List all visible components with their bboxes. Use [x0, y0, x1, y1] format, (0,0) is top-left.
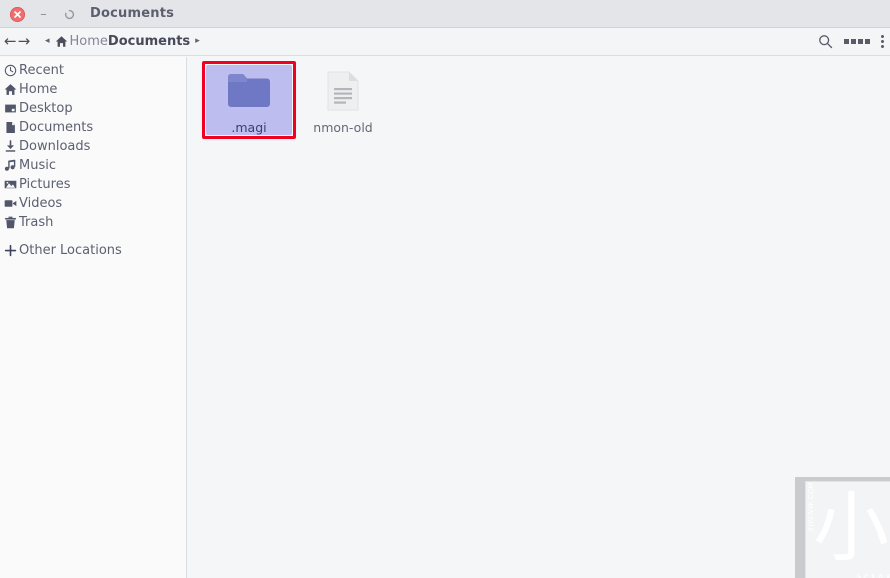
- sidebar-item-home[interactable]: Home: [0, 80, 186, 99]
- desktop-icon: [2, 100, 19, 117]
- breadcrumb-prev-icon[interactable]: ◂: [40, 37, 55, 46]
- file-item-nmon-old[interactable]: nmon-old: [300, 65, 386, 135]
- sidebar-label-documents: Documents: [19, 120, 94, 135]
- sidebar-item-music[interactable]: Music: [0, 156, 186, 175]
- music-note-icon: [2, 157, 19, 174]
- sidebar-label-recent: Recent: [19, 63, 64, 78]
- clock-icon: [2, 62, 19, 79]
- image-icon: [2, 176, 19, 193]
- watermark: 小闻网 XWENW.COM XWENW.COM XWENW.COM 小闻网（WW…: [795, 477, 890, 578]
- watermark-panel: 小闻网 XWENW.COM: [805, 481, 890, 578]
- sidebar-label-other-locations: Other Locations: [19, 243, 122, 258]
- breadcrumb: ◂ Home Documents ▸: [40, 28, 205, 55]
- watermark-characters: 小闻网: [813, 483, 890, 572]
- navigation-arrows: ← →: [4, 28, 30, 55]
- sidebar-label-music: Music: [19, 158, 56, 173]
- close-icon: [14, 11, 21, 18]
- file-list-area[interactable]: .magi nmon-old 小闻网 XWENW.COM: [188, 57, 890, 578]
- watermark-vertical-text: XWENW.COM: [807, 482, 815, 532]
- sidebar-item-downloads[interactable]: Downloads: [0, 137, 186, 156]
- breadcrumb-item-documents[interactable]: Documents: [108, 34, 190, 49]
- sidebar-label-home: Home: [19, 82, 58, 97]
- sidebar-item-trash[interactable]: Trash: [0, 213, 186, 232]
- sidebar-label-downloads: Downloads: [19, 139, 91, 154]
- sidebar-item-videos[interactable]: Videos: [0, 194, 186, 213]
- forward-icon[interactable]: →: [18, 34, 31, 49]
- back-icon[interactable]: ←: [4, 34, 17, 49]
- minimize-icon: –: [40, 7, 47, 22]
- title-bar: – Documents: [0, 0, 890, 28]
- sidebar-item-documents[interactable]: Documents: [0, 118, 186, 137]
- home-icon: [55, 35, 68, 48]
- window-title: Documents: [90, 6, 175, 21]
- sidebar-item-recent[interactable]: Recent: [0, 61, 186, 80]
- folder-icon: [206, 65, 292, 117]
- sidebar-separator: [0, 232, 186, 241]
- document-icon: [2, 119, 19, 136]
- toolbar-actions: [818, 28, 884, 55]
- breadcrumb-next-icon[interactable]: ▸: [190, 37, 205, 46]
- sidebar-label-pictures: Pictures: [19, 177, 71, 192]
- download-icon: [2, 138, 19, 155]
- sidebar-item-other-locations[interactable]: Other Locations: [0, 241, 186, 260]
- sidebar-item-desktop[interactable]: Desktop: [0, 99, 186, 118]
- file-item-magi[interactable]: .magi: [206, 65, 292, 135]
- search-icon[interactable]: [818, 34, 833, 49]
- sidebar-label-desktop: Desktop: [19, 101, 73, 116]
- sidebar-label-trash: Trash: [19, 215, 54, 230]
- maximize-icon: [64, 9, 75, 20]
- toolbar: ← → ◂ Home Documents ▸: [0, 28, 890, 56]
- file-manager-window: – Documents ← → ◂ Home Documents ▸ Recen…: [0, 0, 890, 578]
- file-name-nmon-old: nmon-old: [313, 120, 373, 135]
- close-button[interactable]: [10, 7, 25, 22]
- home-icon: [2, 81, 19, 98]
- plus-icon: [2, 242, 19, 259]
- overflow-menu-icon[interactable]: [881, 35, 884, 48]
- minimize-button[interactable]: –: [36, 7, 51, 22]
- sidebar: Recent Home Desktop Documents Downloads …: [0, 57, 187, 578]
- sidebar-label-videos: Videos: [19, 196, 63, 211]
- trash-icon: [2, 214, 19, 231]
- sidebar-item-pictures[interactable]: Pictures: [0, 175, 186, 194]
- maximize-button[interactable]: [62, 7, 77, 22]
- text-file-icon: [300, 65, 386, 117]
- view-grid-icon[interactable]: [844, 39, 870, 44]
- file-name-magi: .magi: [231, 120, 267, 135]
- breadcrumb-item-home[interactable]: Home: [70, 34, 108, 49]
- video-camera-icon: [2, 195, 19, 212]
- watermark-domain: XWENW.COM: [806, 570, 890, 578]
